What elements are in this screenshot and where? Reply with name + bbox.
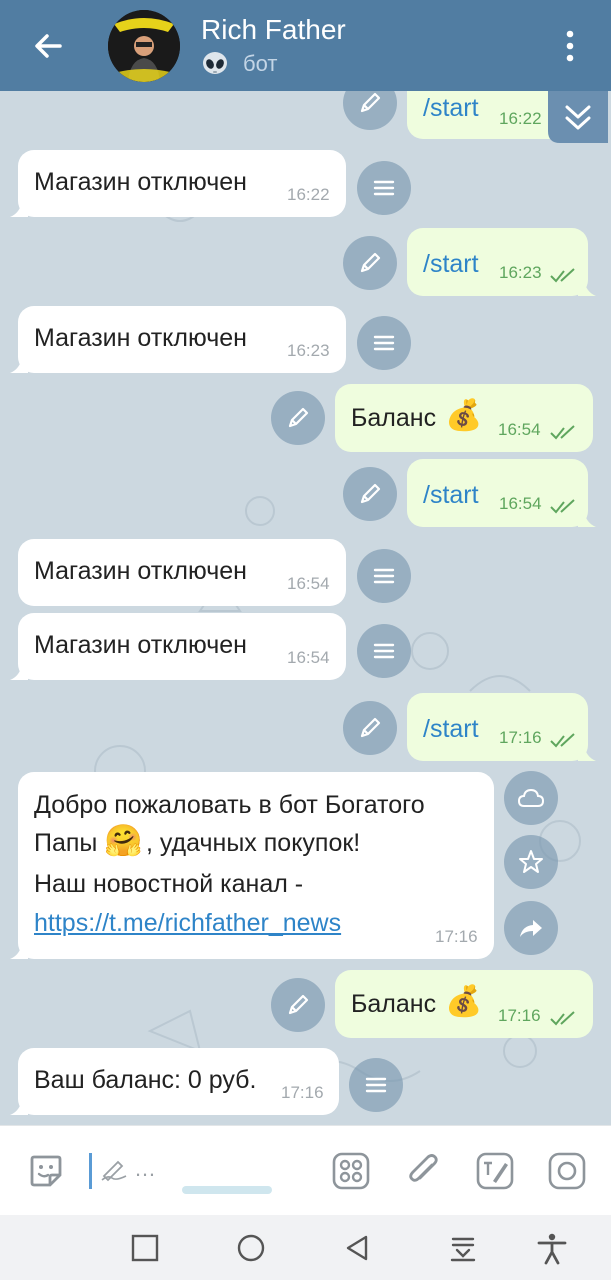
message-text[interactable]: /start [423, 250, 479, 279]
message-text: Магазин отключен [34, 168, 247, 196]
star-icon [519, 850, 543, 873]
bot-menu-button[interactable] [357, 624, 411, 678]
bot-menu-button[interactable] [349, 1058, 403, 1112]
message-time: 17:16 [499, 728, 542, 747]
message-time: 16:54 [287, 574, 330, 593]
message-text: Папы [34, 829, 98, 857]
message-text[interactable]: /start [423, 94, 479, 123]
chat-header: Rich Father бот [0, 0, 611, 91]
message-bubble-in[interactable]: Магазин отключен 16:54 [10, 613, 346, 680]
message-bubble-in[interactable]: Магазин отключен 16:23 [10, 306, 346, 373]
bubble-tail [578, 745, 596, 761]
notification-pull-icon[interactable] [446, 1231, 480, 1265]
bubble-tail [578, 280, 596, 296]
bot-label: бот [243, 51, 278, 76]
hugging-emoji: 🤗 [104, 823, 143, 858]
alien-icon [203, 52, 227, 74]
message-time: 16:54 [499, 494, 542, 513]
bubble-tail [10, 664, 28, 680]
read-check-icon [550, 733, 575, 748]
message-bubble-out[interactable]: Баланс 💰 16:54 [335, 384, 593, 452]
chat-subtitle: бот [201, 50, 277, 78]
share-arrow-icon [520, 920, 542, 937]
money-bag-emoji: 💰 [445, 985, 483, 1018]
bubble-tail [10, 357, 28, 373]
message-bubble-in[interactable]: Магазин отключен 16:54 [18, 539, 346, 606]
text-style-icon[interactable] [475, 1151, 515, 1191]
news-channel-link[interactable]: https://t.me/richfather_news [34, 909, 341, 938]
recents-square-icon[interactable] [128, 1231, 162, 1265]
message-time: 17:16 [498, 1006, 541, 1025]
message-time: 16:54 [287, 648, 330, 667]
attach-icon[interactable] [404, 1151, 444, 1191]
message-text[interactable]: /start [423, 715, 479, 744]
message-text: Магазин отключен [34, 557, 247, 585]
bot-menu-button[interactable] [357, 316, 411, 370]
edit-button[interactable] [343, 467, 397, 521]
share-button[interactable] [504, 901, 558, 955]
message-bubble-in[interactable]: Добро пожаловать в бот Богатого Папы 🤗 ,… [10, 772, 494, 959]
bot-menu-button[interactable] [357, 549, 411, 603]
home-circle-icon[interactable] [234, 1231, 268, 1265]
message-bubble-out[interactable]: /start 16:23 [407, 228, 596, 296]
handwriting-icon[interactable] [100, 1158, 128, 1182]
read-check-icon [550, 268, 575, 283]
cloud-icon [517, 788, 545, 807]
back-arrow-icon[interactable] [30, 28, 66, 64]
edit-button[interactable] [343, 236, 397, 290]
avatar[interactable] [108, 10, 180, 82]
cloud-save-button[interactable] [504, 771, 558, 825]
message-time: 16:22 [287, 185, 330, 204]
edit-button[interactable] [343, 701, 397, 755]
keyboard-handle[interactable] [182, 1186, 272, 1194]
bubble-tail [10, 1099, 28, 1115]
message-time: 17:16 [435, 927, 478, 946]
message-bubble-out[interactable]: /start 16:54 [407, 459, 596, 527]
text-cursor [89, 1153, 92, 1189]
chat-title[interactable]: Rich Father [201, 14, 346, 46]
sticker-icon[interactable] [26, 1151, 66, 1191]
message-bubble-in[interactable]: Ваш баланс: 0 руб. 17:16 [10, 1048, 339, 1115]
message-input[interactable]: … [134, 1156, 156, 1182]
message-text: Магазин отключен [34, 324, 247, 352]
read-check-icon [550, 425, 575, 440]
message-text: Добро пожаловать в бот Богатого [34, 791, 425, 819]
message-text[interactable]: /start [423, 481, 479, 510]
message-text: Наш новостной канал - [34, 870, 304, 898]
bubble-tail [10, 201, 28, 217]
back-triangle-icon[interactable] [340, 1231, 374, 1265]
bubble-tail [10, 943, 28, 959]
message-bubble-in[interactable]: Магазин отключен 16:22 [10, 150, 346, 217]
read-check-icon [550, 1011, 575, 1026]
money-bag-emoji: 💰 [445, 399, 483, 432]
favorite-button[interactable] [504, 835, 558, 889]
camera-icon[interactable] [547, 1151, 587, 1191]
read-check-icon [550, 499, 575, 514]
message-bubble-out[interactable]: Баланс 💰 17:16 [335, 970, 593, 1038]
edit-button[interactable] [271, 391, 325, 445]
message-time: 16:23 [287, 341, 330, 360]
more-vert-icon[interactable] [558, 26, 582, 66]
message-time: 16:22 [499, 109, 542, 128]
bubble-tail [578, 511, 596, 527]
message-bubble-out[interactable]: /start 17:16 [407, 693, 596, 761]
apps-grid-icon[interactable] [331, 1151, 371, 1191]
message-text: , удачных покупок! [146, 829, 361, 857]
message-text: Баланс [351, 404, 437, 432]
message-time: 17:16 [281, 1083, 324, 1102]
message-list[interactable]: /start 16:22 Магазин отключен 16:22 /sta… [0, 91, 611, 1125]
message-text: Ваш баланс: 0 руб. [34, 1066, 257, 1094]
message-time: 16:54 [498, 420, 541, 439]
edit-button[interactable] [271, 978, 325, 1032]
bot-menu-button[interactable] [357, 161, 411, 215]
message-time: 16:23 [499, 263, 542, 282]
system-navigation-bar [0, 1215, 611, 1280]
message-text: Магазин отключен [34, 631, 247, 659]
scroll-to-bottom-button[interactable] [548, 91, 608, 143]
message-composer: … [0, 1125, 611, 1215]
accessibility-icon[interactable] [535, 1231, 569, 1265]
message-text: Баланс [351, 990, 437, 1018]
